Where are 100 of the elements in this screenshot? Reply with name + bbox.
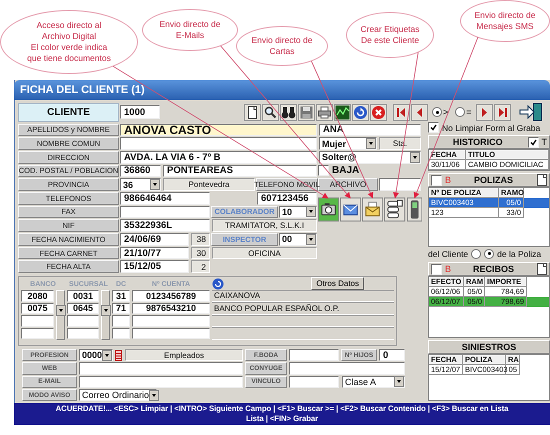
text-field[interactable]: 35322936L: [120, 219, 210, 232]
text-field[interactable]: 21/10/77: [120, 246, 189, 260]
caret-icon[interactable]: [306, 206, 316, 218]
text-field[interactable]: 15/12/05: [120, 260, 189, 274]
radio-button[interactable]: [432, 107, 442, 117]
read-only-field: 2: [191, 260, 210, 274]
caret-icon[interactable]: [410, 152, 420, 163]
chart-icon[interactable]: [334, 104, 351, 120]
read-only-field: Empleados: [125, 349, 243, 362]
text-field[interactable]: [79, 362, 243, 375]
text-field[interactable]: [120, 206, 210, 218]
camera-icon[interactable]: [318, 197, 340, 222]
text-field[interactable]: 71: [112, 302, 130, 314]
text-field[interactable]: 31: [112, 290, 130, 302]
radio-button[interactable]: [455, 107, 466, 117]
caret-icon[interactable]: [394, 376, 404, 388]
text-field[interactable]: 0123456789: [132, 290, 210, 302]
refresh-icon[interactable]: [212, 278, 224, 290]
dropdown[interactable]: Clase A: [342, 376, 405, 388]
text-field[interactable]: 2080: [21, 290, 54, 302]
binoculars-icon[interactable]: [280, 104, 297, 120]
callout-text: Envio directo de: [160, 19, 220, 30]
text-field[interactable]: [79, 376, 243, 388]
dropdown[interactable]: Mujer: [319, 137, 377, 150]
text-field[interactable]: 0031: [67, 290, 99, 302]
first-icon[interactable]: [393, 104, 410, 120]
caret-icon[interactable]: [149, 390, 160, 401]
text-field[interactable]: [289, 362, 405, 375]
checkbox-label: BAJA: [332, 165, 360, 176]
text-field[interactable]: AVDA. LA VIA 6 - 7º B: [120, 150, 317, 164]
text-field[interactable]: ANOVA CASTO: [120, 124, 317, 136]
mobile-phone-icon[interactable]: [406, 197, 422, 222]
last-icon[interactable]: [494, 104, 511, 120]
caret-icon[interactable]: [102, 350, 112, 361]
text-field[interactable]: [132, 315, 210, 327]
radio-label: de la Poliza: [497, 248, 542, 258]
checkbox[interactable]: [431, 174, 442, 186]
close-icon[interactable]: [370, 104, 387, 120]
text-field[interactable]: 24/06/69: [120, 233, 189, 246]
text-field[interactable]: 0645: [67, 302, 99, 314]
text-field[interactable]: 9876543210: [132, 302, 210, 314]
new-document-icon[interactable]: [244, 104, 261, 120]
letter-icon[interactable]: [362, 197, 384, 222]
checkbox[interactable]: [428, 122, 439, 133]
callout-text: Envio directo de: [474, 10, 536, 21]
caret-icon[interactable]: [56, 304, 66, 316]
caret-icon[interactable]: [306, 234, 316, 245]
read-only-field: TRAMITATOR, S.L.K.I: [212, 219, 317, 232]
dropdown[interactable]: 10: [279, 206, 317, 218]
text-field[interactable]: [67, 328, 99, 340]
dropdown[interactable]: Correo Ordinario: [79, 388, 157, 402]
callout-text: Archivo Digital: [42, 31, 96, 42]
panel-title: POLIZAS: [473, 175, 514, 185]
stack-icon[interactable]: [115, 350, 122, 361]
text-field[interactable]: 607123456: [257, 192, 317, 205]
checkbox[interactable]: [318, 165, 329, 176]
text-field[interactable]: [112, 315, 130, 327]
text-field[interactable]: 0: [379, 349, 405, 362]
callout-text: E-Mails: [176, 30, 204, 41]
text-field[interactable]: 0075: [21, 302, 54, 314]
panel-title: SINIESTROS: [460, 342, 518, 352]
panel-title: RECIBOS: [472, 264, 516, 274]
read-only-field: OFICINA: [212, 246, 317, 260]
checkbox-label: No Limpiar Form al Graba: [442, 122, 540, 132]
caret-icon[interactable]: [100, 304, 110, 316]
text-field[interactable]: [21, 315, 54, 327]
otros-datos-button[interactable]: Otros Datos: [311, 276, 364, 290]
email-icon[interactable]: [340, 197, 362, 222]
checkbox-label: B: [445, 175, 452, 185]
refresh-icon[interactable]: [352, 104, 369, 120]
dropdown[interactable]: 36: [120, 178, 161, 191]
checkbox[interactable]: [431, 264, 442, 274]
text-field[interactable]: 986646464: [120, 192, 210, 205]
previous-icon[interactable]: [411, 104, 428, 120]
checkbox[interactable]: [528, 136, 538, 148]
search-icon[interactable]: [262, 104, 279, 120]
dropdown[interactable]: 00: [279, 233, 317, 246]
text-field[interactable]: [120, 137, 317, 150]
read-only-field: Pontevedra: [163, 178, 255, 191]
text-field[interactable]: [112, 328, 130, 340]
caret-icon[interactable]: [366, 138, 376, 150]
radio-button[interactable]: [471, 248, 482, 258]
documents-icon[interactable]: [384, 197, 406, 222]
text-field[interactable]: PONTEAREAS: [163, 164, 317, 178]
text-field[interactable]: [289, 349, 339, 362]
radio-button[interactable]: [484, 248, 494, 258]
text-field[interactable]: 1000: [120, 105, 160, 119]
text-field[interactable]: [132, 328, 210, 340]
text-field[interactable]: [289, 376, 339, 388]
exit-icon[interactable]: [518, 102, 544, 122]
new-document-icon[interactable]: [536, 263, 547, 275]
caret-icon[interactable]: [150, 179, 160, 190]
text-field[interactable]: [21, 328, 54, 340]
text-field[interactable]: 36860: [120, 164, 161, 178]
text-field[interactable]: [379, 178, 421, 191]
dropdown[interactable]: 0000: [79, 349, 113, 362]
new-document-icon[interactable]: [536, 174, 547, 186]
printer-icon[interactable]: [316, 104, 333, 120]
text-field[interactable]: [67, 315, 99, 327]
next-icon[interactable]: [476, 104, 493, 120]
